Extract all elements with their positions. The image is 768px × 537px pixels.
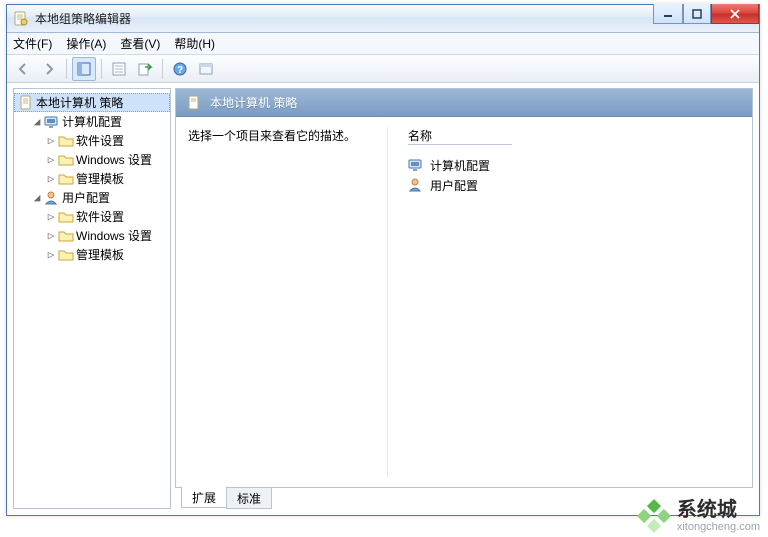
folder-icon <box>58 152 74 168</box>
app-window: 本地组策略编辑器 文件(F) 操作(A) 查看(V) 帮助(H) ? 本地计算机 <box>6 4 760 516</box>
brand-url: xitongcheng.com <box>677 521 760 533</box>
tree-c-admin[interactable]: ▷ 管理模板 <box>14 169 170 188</box>
brand-logo-icon <box>637 499 671 533</box>
menu-action[interactable]: 操作(A) <box>66 35 106 52</box>
menubar: 文件(F) 操作(A) 查看(V) 帮助(H) <box>7 33 759 55</box>
show-tree-button[interactable] <box>72 57 96 81</box>
folder-icon <box>58 247 74 263</box>
content-body: 选择一个项目来查看它的描述。 名称 计算机配置 用户配置 <box>176 117 752 487</box>
toolbar: ? <box>7 55 759 83</box>
document-icon <box>186 95 202 111</box>
content-title: 本地计算机 策略 <box>210 94 297 111</box>
properties-button[interactable] <box>107 57 131 81</box>
folder-icon <box>58 228 74 244</box>
expand-icon[interactable]: ▷ <box>46 134 56 147</box>
window-title: 本地组策略编辑器 <box>35 10 131 27</box>
forward-button[interactable] <box>37 57 61 81</box>
back-button[interactable] <box>11 57 35 81</box>
tree-root[interactable]: 本地计算机 策略 <box>14 93 170 112</box>
window-buttons <box>653 4 759 24</box>
tree-user-config[interactable]: ◢ 用户配置 <box>14 188 170 207</box>
folder-icon <box>58 209 74 225</box>
tree-c-windows[interactable]: ▷ Windows 设置 <box>14 150 170 169</box>
hint-text: 选择一个项目来查看它的描述。 <box>188 129 356 143</box>
expand-icon[interactable]: ▷ <box>46 248 56 261</box>
filter-button[interactable] <box>194 57 218 81</box>
tree-item-label: 管理模板 <box>76 246 124 263</box>
menu-view[interactable]: 查看(V) <box>120 35 160 52</box>
tab-standard[interactable]: 标准 <box>226 487 272 509</box>
tree-item-label: Windows 设置 <box>76 227 152 244</box>
toolbar-separator <box>101 59 102 79</box>
expand-icon[interactable]: ▷ <box>46 153 56 166</box>
minimize-button[interactable] <box>653 4 683 24</box>
tree-c-software[interactable]: ▷ 软件设置 <box>14 131 170 150</box>
body: 本地计算机 策略 ◢ 计算机配置 ▷ 软件设置 ▷ Windows 设置 ▷ 管… <box>7 84 759 515</box>
list-item-label: 计算机配置 <box>430 157 490 174</box>
export-button[interactable] <box>133 57 157 81</box>
document-icon <box>18 95 34 111</box>
tab-extended[interactable]: 扩展 <box>181 486 227 508</box>
tree-item-label: 软件设置 <box>76 208 124 225</box>
brand-text: 系统城 <box>677 499 760 521</box>
tree-item-label: 用户配置 <box>62 189 110 206</box>
computer-icon <box>408 157 424 173</box>
svg-text:?: ? <box>177 65 183 76</box>
watermark: 系统城 xitongcheng.com <box>637 499 760 533</box>
expand-icon[interactable]: ▷ <box>46 229 56 242</box>
computer-icon <box>44 114 60 130</box>
tree-item-label: 软件设置 <box>76 132 124 149</box>
close-button[interactable] <box>711 4 759 24</box>
description-column: 选择一个项目来查看它的描述。 <box>188 127 388 477</box>
titlebar[interactable]: 本地组策略编辑器 <box>7 5 759 33</box>
tree-u-admin[interactable]: ▷ 管理模板 <box>14 245 170 264</box>
list-column: 名称 计算机配置 用户配置 <box>408 127 740 477</box>
content-inner: 本地计算机 策略 选择一个项目来查看它的描述。 名称 计算机配置 <box>175 88 753 488</box>
tree-item-label: Windows 设置 <box>76 151 152 168</box>
item-list: 计算机配置 用户配置 <box>408 155 740 195</box>
user-icon <box>44 190 60 206</box>
name-column-header[interactable]: 名称 <box>408 127 512 145</box>
maximize-button[interactable] <box>683 4 711 24</box>
list-item-computer[interactable]: 计算机配置 <box>408 155 740 175</box>
tree-u-software[interactable]: ▷ 软件设置 <box>14 207 170 226</box>
expand-icon[interactable]: ▷ <box>46 172 56 185</box>
tree-u-windows[interactable]: ▷ Windows 设置 <box>14 226 170 245</box>
menu-file[interactable]: 文件(F) <box>13 35 52 52</box>
toolbar-separator <box>162 59 163 79</box>
tree-item-label: 管理模板 <box>76 170 124 187</box>
tree-computer-config[interactable]: ◢ 计算机配置 <box>14 112 170 131</box>
toolbar-separator <box>66 59 67 79</box>
tree-panel: 本地计算机 策略 ◢ 计算机配置 ▷ 软件设置 ▷ Windows 设置 ▷ 管… <box>13 88 171 509</box>
tree-root-label: 本地计算机 策略 <box>36 94 123 111</box>
help-button[interactable]: ? <box>168 57 192 81</box>
collapse-icon[interactable]: ◢ <box>32 115 42 128</box>
list-item-user[interactable]: 用户配置 <box>408 175 740 195</box>
tree-item-label: 计算机配置 <box>62 113 122 130</box>
app-icon <box>13 11 29 27</box>
folder-icon <box>58 133 74 149</box>
content-header: 本地计算机 策略 <box>176 89 752 117</box>
user-icon <box>408 177 424 193</box>
menu-help[interactable]: 帮助(H) <box>174 35 215 52</box>
list-item-label: 用户配置 <box>430 177 478 194</box>
expand-icon[interactable]: ▷ <box>46 210 56 223</box>
collapse-icon[interactable]: ◢ <box>32 191 42 204</box>
content-panel: 本地计算机 策略 选择一个项目来查看它的描述。 名称 计算机配置 <box>175 88 753 509</box>
folder-icon <box>58 171 74 187</box>
